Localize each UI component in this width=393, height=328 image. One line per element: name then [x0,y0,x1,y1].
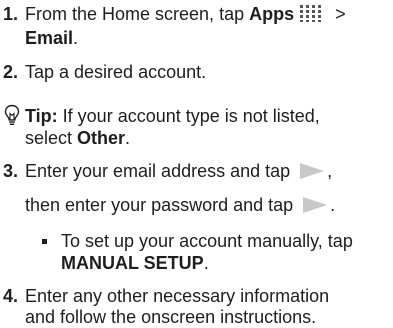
tip-line-2: select Other. [25,127,130,149]
other-label: Other [77,128,126,148]
email-label: Email [25,28,74,48]
step-4-number: 4. [3,286,19,306]
step-3-text: Enter your email address and tap [25,161,291,181]
step-3-line-1: Enter your email address and tap, [25,160,332,182]
step-4-line-2: and follow the onscreen instructions. [25,307,317,327]
apps-grid-icon [300,5,322,22]
step-1-period: . [73,28,79,48]
step-2-text: Tap a desired account. [25,62,207,82]
step-1-text: From the Home screen, tap [25,4,250,24]
bullet-marker [42,239,47,244]
bullet-text: To set up your account manually, tap [61,231,353,251]
bullet-period: . [203,253,209,273]
apps-label: Apps [249,4,295,24]
step-4-line-1: Enter any other necessary information [25,286,330,306]
step-1-line-2: Email. [25,27,78,49]
step-3-comma: , [327,161,333,181]
next-arrow-icon [300,163,325,179]
step-3-text-2: then enter your password and tap [25,195,294,215]
next-arrow-icon [303,197,328,213]
step-1-number: 1. [3,4,19,24]
step-3-line-2: then enter your password and tap. [25,194,335,216]
tip-period: . [125,128,131,148]
step-1-line-1: From the Home screen, tap Apps > [25,3,346,25]
lightbulb-icon [4,104,20,125]
bullet-line-2: MANUAL SETUP. [61,252,209,274]
tip-text: If your account type is not listed, [57,106,320,126]
tip-line-1: Tip: If your account type is not listed, [25,105,320,127]
step-3-period: . [330,195,336,215]
step-2-number: 2. [3,62,19,82]
tip-label: Tip: [25,106,58,126]
step-1-separator: > [330,4,346,24]
instruction-document: 1. From the Home screen, tap Apps > Emai… [0,0,393,327]
tip-text-2: select [25,128,78,148]
step-3-number: 3. [3,161,19,181]
manual-setup-label: MANUAL SETUP [61,253,204,273]
